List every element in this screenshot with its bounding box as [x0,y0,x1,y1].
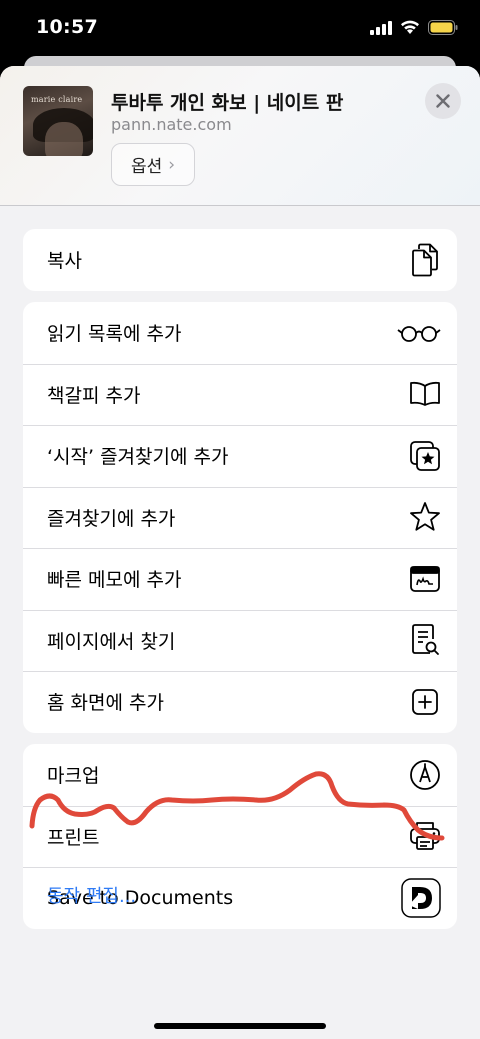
battery-icon [428,20,458,35]
add-square-icon [409,686,441,718]
thumbnail-logo-text: marie claire [31,95,83,104]
action-markup[interactable]: 마크업 [23,744,457,806]
action-find-in-page[interactable]: 페이지에서 찾기 [23,609,457,672]
edit-actions-link[interactable]: 동작 편집... [47,882,136,908]
quick-note-icon [409,563,441,595]
action-label: 책갈피 추가 [47,384,141,407]
star-icon [409,501,441,533]
action-label: 페이지에서 찾기 [47,630,176,653]
action-add-quick-note[interactable]: 빠른 메모에 추가 [23,548,457,610]
wifi-icon [401,20,419,34]
page-url: pann.nate.com [111,115,232,134]
action-copy[interactable]: 복사 [23,229,457,291]
action-print[interactable]: 프린트 [23,805,457,868]
status-icons [370,20,458,35]
action-label: 즐겨찾기에 추가 [47,507,176,530]
home-indicator[interactable] [154,1023,326,1029]
action-add-favorites[interactable]: 즐겨찾기에 추가 [23,486,457,549]
status-time: 10:57 [36,16,98,38]
action-add-home-screen[interactable]: 홈 화면에 추가 [23,671,457,733]
action-add-bookmark[interactable]: 책갈피 추가 [23,363,457,426]
thumbnail-face [45,122,83,156]
find-in-page-icon [409,624,441,656]
action-label: 홈 화면에 추가 [47,692,164,715]
options-label: 옵션 [130,157,163,177]
page-thumbnail: marie claire [23,86,93,156]
action-label: 복사 [47,250,82,273]
share-sheet-header: marie claire 투바투 개인 화보 | 네이트 판 pann.nate… [0,66,480,206]
chevron-right-icon: › [168,154,176,175]
book-icon [409,378,441,410]
page-title: 투바투 개인 화보 | 네이트 판 [111,92,344,114]
action-add-start-favorites[interactable]: ‘시작’ 즐겨찾기에 추가 [23,425,457,487]
action-add-reading-list[interactable]: 읽기 목록에 추가 [23,302,457,364]
action-label: 프린트 [47,826,100,849]
action-label: 마크업 [47,765,100,788]
action-group-copy: 복사 [23,229,457,291]
glasses-icon [397,317,441,349]
action-group-main: 읽기 목록에 추가 책갈피 추가 ‘시작’ 즐겨찾기에 추가 즐겨찾기에 추가 … [23,302,457,733]
action-label: ‘시작’ 즐겨찾기에 추가 [47,446,229,469]
action-label: 빠른 메모에 추가 [47,569,182,592]
close-icon [436,94,450,108]
printer-icon [409,820,441,852]
cellular-signal-icon [370,20,392,35]
action-label: 읽기 목록에 추가 [47,323,182,346]
star-square-icon [409,440,441,472]
close-button[interactable] [425,83,461,119]
status-bar: 10:57 [0,0,480,60]
documents-app-icon [401,878,441,918]
copy-icon [409,243,441,277]
options-button[interactable]: 옵션 › [111,143,195,186]
markup-pen-icon [409,759,441,791]
